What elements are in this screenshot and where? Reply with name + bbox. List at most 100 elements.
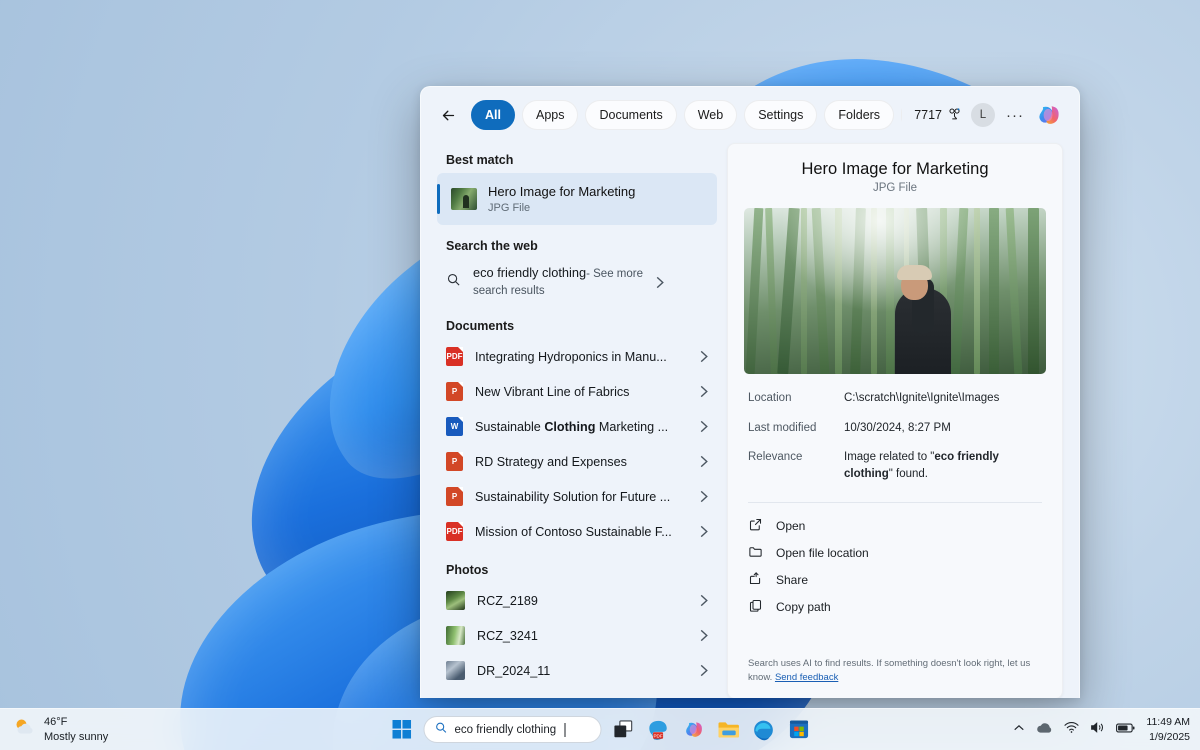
action-share[interactable]: Share bbox=[748, 567, 1042, 594]
document-row-1[interactable]: PDF Integrating Hydroponics in Manu... bbox=[437, 339, 717, 374]
metadata-value: Image related to "eco friendly clothing"… bbox=[844, 449, 1042, 482]
filter-pill-all[interactable]: All bbox=[471, 100, 515, 130]
filter-pill-people-partial[interactable]: P bbox=[901, 100, 902, 130]
action-open-file-location[interactable]: Open file location bbox=[748, 540, 1042, 567]
web-query: eco friendly clothing bbox=[473, 265, 586, 280]
chevron-right-icon[interactable] bbox=[699, 350, 709, 363]
chevron-right-icon[interactable] bbox=[699, 455, 709, 468]
chevron-right-icon[interactable] bbox=[699, 525, 709, 538]
chevron-right-icon[interactable] bbox=[655, 276, 665, 289]
section-heading-best-match: Best match bbox=[446, 153, 717, 167]
send-feedback-link[interactable]: Send feedback bbox=[775, 672, 838, 683]
action-label: Open file location bbox=[776, 546, 869, 560]
back-arrow-icon[interactable] bbox=[433, 100, 463, 130]
clock-time: 11:49 AM bbox=[1146, 715, 1190, 729]
detail-subtitle: JPG File bbox=[728, 182, 1062, 194]
text-cursor bbox=[564, 723, 565, 737]
photo-thumbnail bbox=[451, 188, 477, 210]
web-search-result[interactable]: eco friendly clothing- See more search r… bbox=[437, 259, 717, 305]
document-row-3[interactable]: W Sustainable Clothing Marketing ... bbox=[437, 409, 717, 444]
chevron-right-icon[interactable] bbox=[699, 490, 709, 503]
filter-pill-apps[interactable]: Apps bbox=[522, 100, 579, 130]
powerpoint-file-icon: P bbox=[446, 487, 463, 506]
preview-image bbox=[744, 208, 1046, 374]
microsoft-store-icon[interactable] bbox=[786, 717, 812, 743]
document-row-5[interactable]: P Sustainability Solution for Future ... bbox=[437, 479, 717, 514]
clock[interactable]: 11:49 AM 1/9/2025 bbox=[1146, 715, 1190, 743]
action-label: Copy path bbox=[776, 600, 831, 614]
document-label: RD Strategy and Expenses bbox=[475, 455, 687, 469]
weather-widget[interactable]: 46°F Mostly sunny bbox=[0, 715, 190, 744]
windows-start-icon[interactable] bbox=[389, 717, 415, 743]
battery-icon[interactable] bbox=[1116, 721, 1135, 739]
taskbar: 46°F Mostly sunny eco friendly clothing bbox=[0, 708, 1200, 750]
chevron-right-icon[interactable] bbox=[699, 594, 709, 607]
metadata-row-last-modified: Last modified 10/30/2024, 8:27 PM bbox=[748, 420, 1042, 437]
filter-pill-documents[interactable]: Documents bbox=[585, 100, 676, 130]
document-label: Mission of Contoso Sustainable F... bbox=[475, 525, 687, 539]
powerpoint-file-icon: P bbox=[446, 382, 463, 401]
document-row-4[interactable]: P RD Strategy and Expenses bbox=[437, 444, 717, 479]
microsoft-edge-icon[interactable] bbox=[751, 717, 777, 743]
photo-thumbnail bbox=[446, 661, 465, 680]
chevron-right-icon[interactable] bbox=[699, 629, 709, 642]
section-heading-photos: Photos bbox=[446, 563, 717, 577]
action-copy-path[interactable]: Copy path bbox=[748, 594, 1042, 621]
action-label: Open bbox=[776, 519, 805, 533]
photo-label: RCZ_2189 bbox=[477, 594, 687, 608]
rewards-points[interactable]: 7717 bbox=[914, 106, 962, 124]
filter-pill-folders[interactable]: Folders bbox=[824, 100, 894, 130]
document-row-2[interactable]: P New Vibrant Line of Fabrics bbox=[437, 374, 717, 409]
wifi-icon[interactable] bbox=[1064, 721, 1079, 739]
metadata-list: Location C:\scratch\Ignite\Ignite\Images… bbox=[748, 390, 1042, 496]
avatar[interactable]: L bbox=[971, 103, 995, 127]
chevron-right-icon[interactable] bbox=[699, 385, 709, 398]
search-icon bbox=[435, 721, 448, 739]
best-match-result[interactable]: Hero Image for Marketing JPG File bbox=[437, 173, 717, 225]
header-right-cluster: 7717 L ··· bbox=[914, 101, 1063, 129]
photo-row-2[interactable]: RCZ_3241 bbox=[437, 618, 717, 653]
action-label: Share bbox=[776, 573, 808, 587]
search-flyout-window: All Apps Documents Web Settings Folders … bbox=[420, 86, 1080, 698]
filter-pill-web[interactable]: Web bbox=[684, 100, 737, 130]
weather-text: 46°F Mostly sunny bbox=[44, 715, 108, 744]
volume-icon[interactable] bbox=[1090, 721, 1105, 739]
file-explorer-icon[interactable] bbox=[716, 717, 742, 743]
photo-thumbnail bbox=[446, 591, 465, 610]
document-label: Sustainable Clothing Marketing ... bbox=[475, 420, 687, 434]
section-heading-search-the-web: Search the web bbox=[446, 239, 717, 253]
system-tray: 11:49 AM 1/9/2025 bbox=[1013, 715, 1190, 743]
photo-row-3[interactable]: DR_2024_11 bbox=[437, 653, 717, 688]
taskbar-search-value: eco friendly clothing bbox=[455, 724, 557, 736]
document-label: Integrating Hydroponics in Manu... bbox=[475, 350, 687, 364]
copilot-icon[interactable] bbox=[1035, 101, 1063, 129]
ai-disclaimer: Search uses AI to find results. If somet… bbox=[748, 657, 1042, 686]
chevron-right-icon[interactable] bbox=[699, 420, 709, 433]
svg-text:PDF: PDF bbox=[653, 733, 662, 738]
action-open[interactable]: Open bbox=[748, 513, 1042, 540]
ellipsis-icon[interactable]: ··· bbox=[1004, 107, 1026, 124]
task-view-icon[interactable] bbox=[611, 717, 637, 743]
search-header: All Apps Documents Web Settings Folders … bbox=[421, 87, 1079, 143]
document-row-6[interactable]: PDF Mission of Contoso Sustainable F... bbox=[437, 514, 717, 549]
photo-row-1[interactable]: RCZ_2189 bbox=[437, 583, 717, 618]
metadata-value: 10/30/2024, 8:27 PM bbox=[844, 420, 951, 437]
page-title: Hero Image for Marketing bbox=[728, 160, 1062, 179]
filter-pill-settings[interactable]: Settings bbox=[744, 100, 817, 130]
chevron-up-icon[interactable] bbox=[1013, 721, 1025, 739]
taskbar-search-input[interactable]: eco friendly clothing bbox=[424, 716, 602, 743]
weather-condition: Mostly sunny bbox=[44, 730, 108, 744]
web-see-more: - See more bbox=[586, 268, 643, 280]
pdf-file-icon: PDF bbox=[446, 347, 463, 366]
rewards-points-value: 7717 bbox=[914, 108, 942, 122]
share-icon bbox=[748, 571, 763, 589]
detail-panel: Hero Image for Marketing JPG File bbox=[727, 143, 1063, 698]
weather-temperature: 46°F bbox=[44, 715, 108, 729]
cloud-icon[interactable] bbox=[1036, 721, 1053, 739]
edge-pdf-icon[interactable]: PDF bbox=[646, 717, 672, 743]
photo-thumbnail bbox=[446, 626, 465, 645]
web-result-subtext: search results bbox=[473, 283, 643, 300]
copilot-icon[interactable] bbox=[681, 717, 707, 743]
chevron-right-icon[interactable] bbox=[699, 664, 709, 677]
pdf-file-icon: PDF bbox=[446, 522, 463, 541]
